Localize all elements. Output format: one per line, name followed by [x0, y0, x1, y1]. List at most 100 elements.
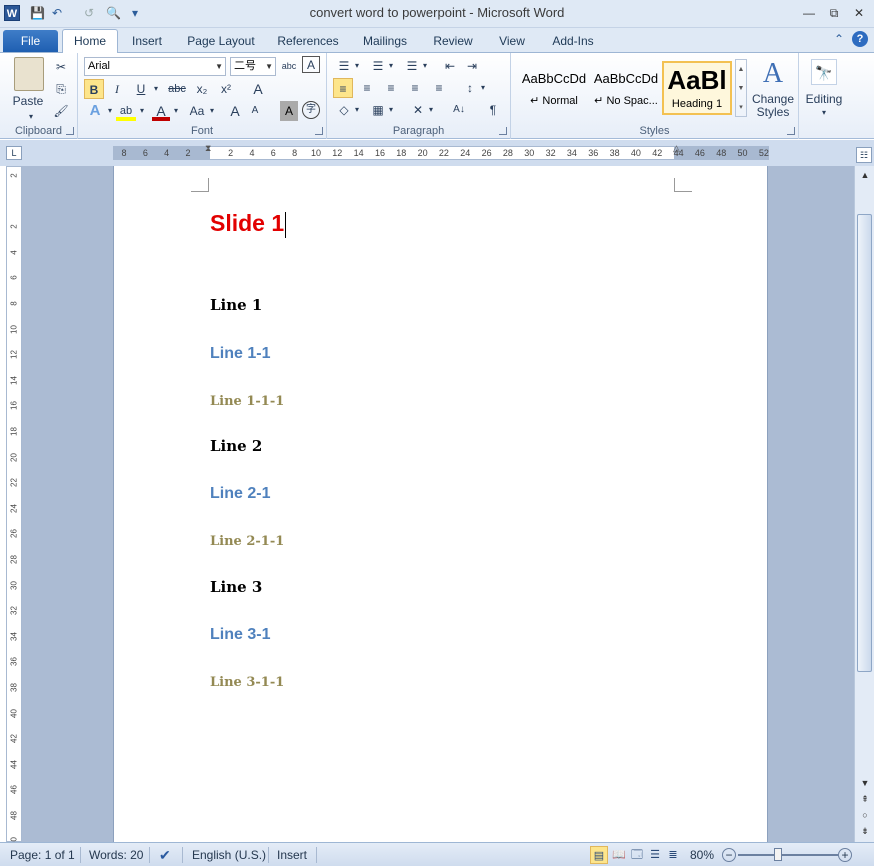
- shrink-font-button[interactable]: A: [246, 101, 264, 121]
- italic-button[interactable]: I: [108, 79, 126, 99]
- font-launcher-icon[interactable]: [315, 127, 323, 135]
- borders-icon[interactable]: ▦: [369, 100, 387, 120]
- page-count[interactable]: Page: 1 of 1: [10, 847, 75, 863]
- asian-layout-icon[interactable]: ✕: [409, 100, 427, 120]
- bullets-dropdown-icon[interactable]: ▾: [353, 56, 361, 76]
- center-button[interactable]: ≡: [357, 78, 377, 98]
- left-indent-marker-icon[interactable]: ⧗: [205, 143, 215, 163]
- highlight-dropdown-icon[interactable]: ▾: [138, 101, 146, 121]
- format-painter-icon[interactable]: 🖌: [52, 101, 70, 121]
- next-page-icon[interactable]: ⇟: [857, 824, 873, 838]
- word-count[interactable]: Words: 20: [89, 847, 143, 863]
- grow-font-button[interactable]: A: [226, 101, 244, 121]
- multilevel-dropdown-icon[interactable]: ▾: [421, 56, 429, 76]
- change-styles-button[interactable]: Change Styles: [749, 93, 797, 119]
- scroll-down-icon[interactable]: ▼: [857, 776, 873, 790]
- character-border-icon[interactable]: A: [302, 56, 320, 73]
- text-effects-icon[interactable]: A: [86, 101, 104, 121]
- tab-insert[interactable]: Insert: [124, 32, 170, 52]
- zoom-slider-track[interactable]: [738, 854, 838, 856]
- line-level-3[interactable]: Line 2-1-1: [210, 534, 284, 549]
- editing-dropdown-icon[interactable]: ▾: [819, 103, 829, 123]
- tab-view[interactable]: View: [490, 32, 534, 52]
- print-layout-view-icon[interactable]: ▤: [590, 846, 608, 864]
- select-browse-object-icon[interactable]: ○: [857, 808, 873, 822]
- view-ruler-icon[interactable]: ☷: [856, 147, 872, 163]
- web-layout-icon[interactable]: 🗔: [628, 846, 646, 864]
- previous-page-icon[interactable]: ⇞: [857, 792, 873, 806]
- change-case-dropdown-icon[interactable]: ▾: [208, 101, 216, 121]
- paste-dropdown-icon[interactable]: ▾: [26, 107, 36, 127]
- phonetic-guide-icon[interactable]: abc: [280, 56, 298, 76]
- highlight-icon[interactable]: ab: [116, 101, 136, 121]
- line-spacing-icon[interactable]: ↕: [461, 78, 479, 98]
- change-case-icon[interactable]: Aa: [186, 101, 208, 121]
- zoom-in-button[interactable]: +: [838, 848, 852, 862]
- tab-page-layout[interactable]: Page Layout: [180, 32, 262, 52]
- restore-button[interactable]: ⧉: [823, 4, 845, 22]
- font-color-icon[interactable]: A: [152, 101, 170, 121]
- style-heading-1[interactable]: AaBl Heading 1: [662, 61, 732, 115]
- line-level-1[interactable]: Line 2: [210, 437, 262, 455]
- style-no-spacing[interactable]: AaBbCcDd ↵ No Spac...: [591, 61, 661, 115]
- grow-font-icon[interactable]: A: [248, 79, 268, 99]
- tab-selector-icon[interactable]: L: [6, 146, 22, 160]
- change-styles-icon[interactable]: A: [753, 57, 793, 91]
- zoom-out-button[interactable]: −: [722, 848, 736, 862]
- bullets-icon[interactable]: ☰: [335, 56, 353, 76]
- increase-indent-icon[interactable]: ⇥: [463, 56, 481, 76]
- paragraph-launcher-icon[interactable]: [499, 127, 507, 135]
- tab-references[interactable]: References: [272, 32, 344, 52]
- styles-launcher-icon[interactable]: [787, 127, 795, 135]
- insert-mode-indicator[interactable]: Insert: [277, 847, 307, 863]
- copy-icon[interactable]: ⎘: [52, 79, 70, 99]
- decrease-indent-icon[interactable]: ⇤: [441, 56, 459, 76]
- line-level-2[interactable]: Line 3-1: [210, 626, 270, 644]
- draft-view-icon[interactable]: ≣: [664, 846, 682, 864]
- shading-dropdown-icon[interactable]: ▾: [353, 100, 361, 120]
- horizontal-ruler[interactable]: ⧗ △ 864224681012141618202224262830323436…: [113, 146, 769, 160]
- styles-scroll[interactable]: ▲▼▾: [735, 59, 747, 117]
- tab-add-ins[interactable]: Add-Ins: [544, 32, 602, 52]
- text-effects-dropdown-icon[interactable]: ▾: [106, 101, 114, 121]
- asian-layout-dropdown-icon[interactable]: ▾: [427, 100, 435, 120]
- underline-dropdown-icon[interactable]: ▾: [152, 79, 160, 99]
- line-level-1[interactable]: Line 3: [210, 578, 262, 596]
- strikethrough-button[interactable]: abc: [166, 79, 188, 99]
- underline-button[interactable]: U: [132, 79, 150, 99]
- tab-mailings[interactable]: Mailings: [354, 32, 416, 52]
- subscript-button[interactable]: x₂: [192, 79, 212, 99]
- font-name-combo[interactable]: Arial ▼: [84, 57, 226, 76]
- font-color-dropdown-icon[interactable]: ▾: [172, 101, 180, 121]
- line-level-3[interactable]: Line 3-1-1: [210, 675, 284, 690]
- vertical-ruler[interactable]: 2246810121416182022242628303234363840424…: [6, 166, 22, 842]
- proofing-check-icon[interactable]: ✔: [159, 847, 171, 863]
- font-size-combo[interactable]: 二号 ▼: [230, 57, 276, 76]
- tab-review[interactable]: Review: [426, 32, 480, 52]
- distributed-button[interactable]: ≡: [429, 78, 449, 98]
- help-icon[interactable]: ?: [852, 31, 868, 47]
- align-left-button[interactable]: ≡: [333, 78, 353, 98]
- show-marks-icon[interactable]: ¶: [485, 100, 501, 120]
- numbering-icon[interactable]: ☰: [369, 56, 387, 76]
- paste-icon[interactable]: [14, 57, 44, 91]
- document-page[interactable]: Slide 1 Line 1 Line 1-1 Line 1-1-1 Line …: [113, 166, 768, 842]
- line-level-3[interactable]: Line 1-1-1: [210, 394, 284, 409]
- chevron-down-icon[interactable]: ▼: [265, 58, 273, 75]
- chevron-down-icon[interactable]: ▼: [215, 58, 223, 75]
- full-screen-reading-icon[interactable]: 📖: [610, 846, 628, 864]
- minimize-button[interactable]: —: [798, 4, 820, 22]
- multilevel-list-icon[interactable]: ☰: [403, 56, 421, 76]
- document-area[interactable]: Slide 1 Line 1 Line 1-1 Line 1-1-1 Line …: [22, 166, 854, 842]
- line-level-1[interactable]: Line 1: [210, 296, 262, 314]
- sort-icon[interactable]: A↓: [449, 100, 469, 120]
- tab-file[interactable]: File: [3, 30, 58, 52]
- collapse-ribbon-icon[interactable]: ⌃: [834, 32, 844, 46]
- justify-button[interactable]: ≡: [405, 78, 425, 98]
- enclose-characters-icon[interactable]: 字: [302, 101, 320, 119]
- superscript-button[interactable]: x²: [216, 79, 236, 99]
- scroll-up-icon[interactable]: ▲: [857, 168, 873, 182]
- close-button[interactable]: ✕: [848, 4, 870, 22]
- bold-button[interactable]: B: [84, 79, 104, 99]
- numbering-dropdown-icon[interactable]: ▾: [387, 56, 395, 76]
